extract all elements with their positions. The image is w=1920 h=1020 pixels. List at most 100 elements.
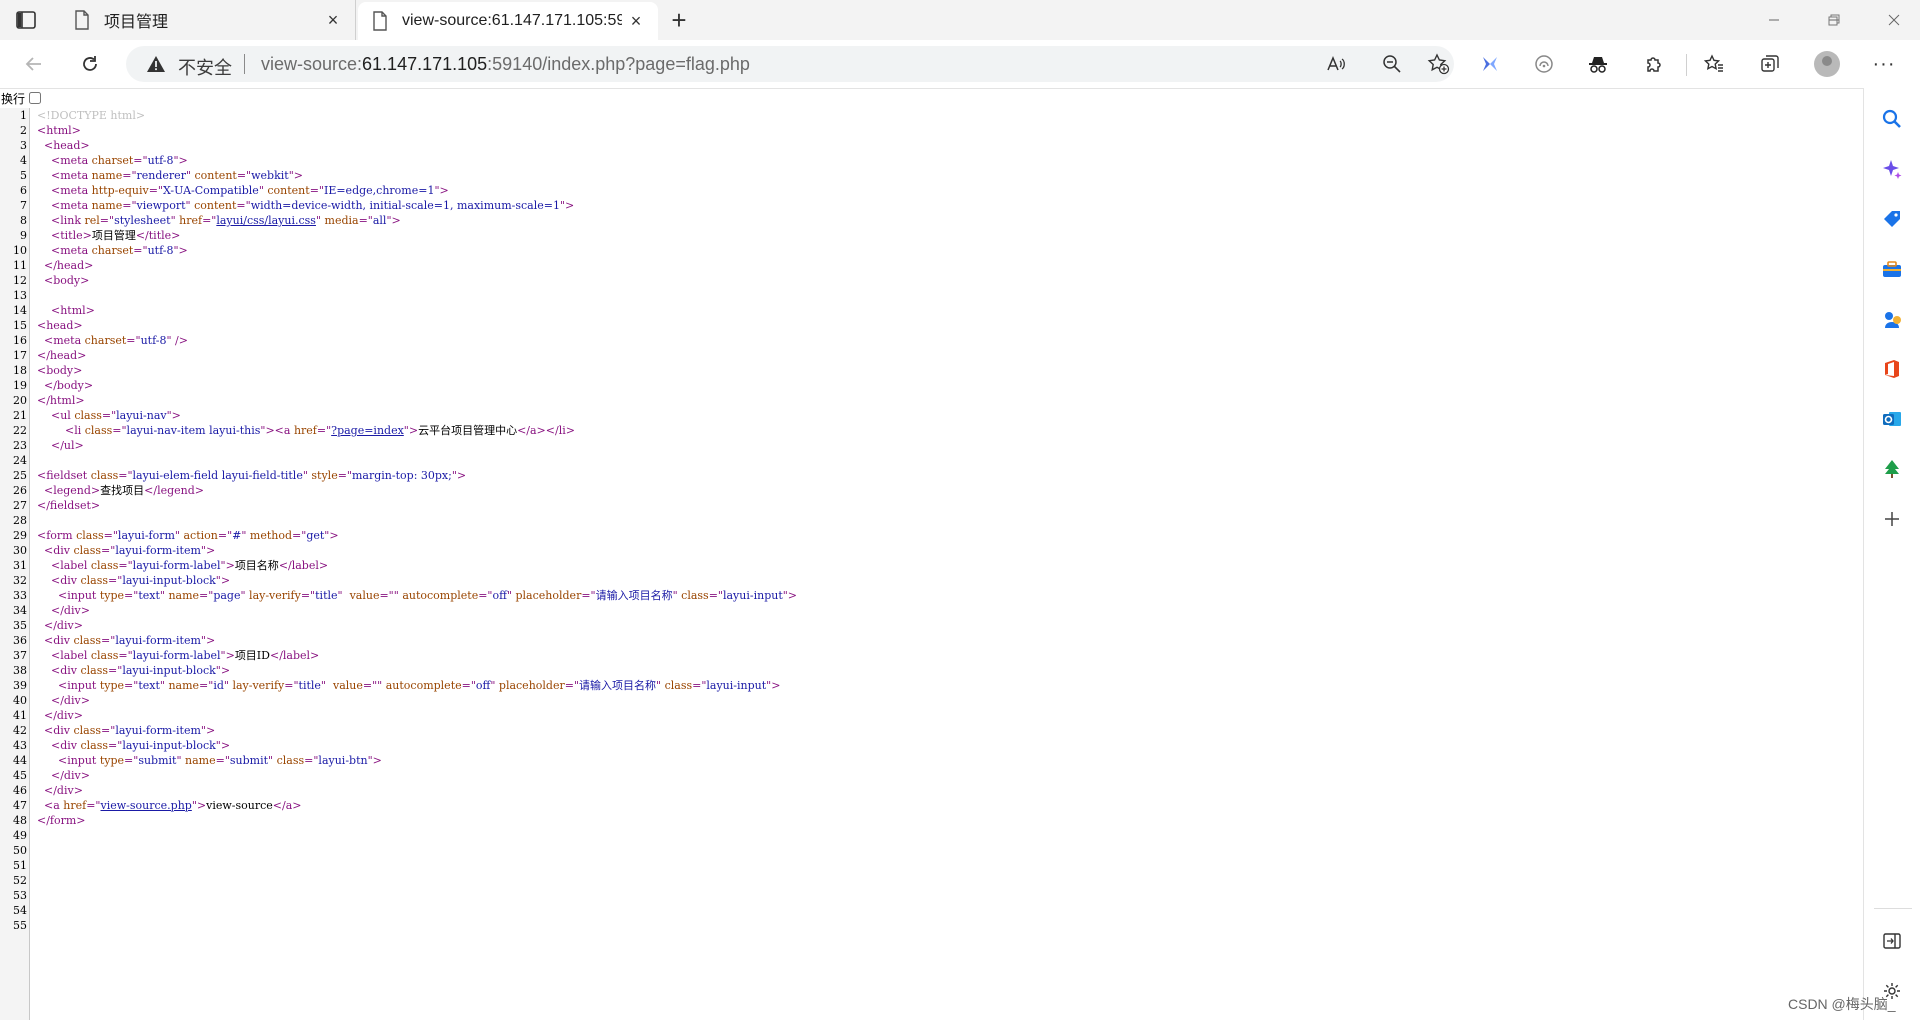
line-wrap-bar: 换行 bbox=[0, 89, 1862, 107]
restore-button[interactable] bbox=[1808, 0, 1860, 40]
source-line: 17 </head> bbox=[0, 348, 1860, 363]
warning-icon[interactable] bbox=[146, 54, 166, 79]
url-text[interactable]: view-source:61.147.171.105:59140/index.p… bbox=[261, 54, 750, 75]
favorites-icon[interactable] bbox=[1696, 48, 1732, 80]
tab-view-source[interactable]: view-source:61.147.171.105:5914 × bbox=[358, 2, 658, 40]
line-number: 55 bbox=[13, 919, 27, 932]
outlook-icon[interactable] bbox=[1879, 406, 1905, 432]
code-token: charset bbox=[84, 334, 127, 347]
back-arrow-icon[interactable] bbox=[16, 48, 52, 80]
code-token: lay-verify bbox=[232, 679, 285, 692]
games-icon[interactable] bbox=[1879, 306, 1905, 332]
code-token: =" bbox=[112, 424, 127, 437]
line-number: 11 bbox=[13, 259, 27, 272]
line-code: </ul> bbox=[37, 438, 84, 453]
security-label[interactable]: 不安全 bbox=[178, 54, 232, 80]
code-token: submit bbox=[138, 754, 177, 767]
source-link[interactable]: layui/css/layui.css bbox=[216, 214, 316, 227]
code-token: =" bbox=[108, 739, 123, 752]
code-token: </label> bbox=[278, 559, 329, 572]
code-token: </head> bbox=[44, 259, 94, 272]
line-code: <label class="layui-form-label">项目名称</la… bbox=[37, 558, 328, 573]
search-icon[interactable] bbox=[1879, 106, 1905, 132]
copilot-icon[interactable] bbox=[1472, 48, 1508, 80]
hotspot-icon[interactable] bbox=[1526, 48, 1562, 80]
line-code: <fieldset class="layui-elem-field layui-… bbox=[37, 468, 466, 483]
source-line: 41 </div> bbox=[0, 708, 1860, 723]
source-line: 40 </div> bbox=[0, 693, 1860, 708]
close-tab-icon[interactable]: × bbox=[622, 7, 650, 35]
line-code: <div class="layui-form-item"> bbox=[37, 543, 215, 558]
tab-actions-icon[interactable] bbox=[14, 8, 48, 32]
line-code: </head> bbox=[37, 258, 93, 273]
line-number: 25 bbox=[13, 469, 27, 482]
shopping-tag-icon[interactable] bbox=[1879, 206, 1905, 232]
code-token: webkit bbox=[251, 169, 289, 182]
line-number: 22 bbox=[13, 424, 27, 437]
source-link[interactable]: ?page=index bbox=[331, 424, 404, 437]
code-token: layui-btn bbox=[318, 754, 368, 767]
line-number: 2 bbox=[20, 124, 27, 137]
read-aloud-icon[interactable] bbox=[1320, 50, 1352, 78]
extensions-icon[interactable] bbox=[1636, 48, 1672, 80]
tree-icon[interactable] bbox=[1879, 456, 1905, 482]
refresh-icon[interactable] bbox=[72, 48, 108, 80]
incognito-icon[interactable] bbox=[1580, 48, 1616, 80]
code-token: 请输入项目名称 bbox=[595, 589, 673, 602]
address-bar[interactable]: 不安全 view-source:61.147.171.105:59140/ind… bbox=[126, 46, 1454, 82]
add-icon[interactable] bbox=[1879, 506, 1905, 532]
tools-briefcase-icon[interactable] bbox=[1879, 256, 1905, 282]
line-number: 51 bbox=[13, 859, 27, 872]
code-token: layui-input-block bbox=[122, 574, 216, 587]
office-icon[interactable] bbox=[1879, 356, 1905, 382]
collections-icon[interactable] bbox=[1752, 48, 1788, 80]
tab-bar: 项目管理 × view-source:61.147.171.105:5914 ×… bbox=[0, 0, 1920, 40]
more-icon[interactable]: ··· bbox=[1866, 48, 1902, 80]
line-code: <link rel="stylesheet" href="layui/css/l… bbox=[37, 213, 401, 228]
code-token: </div> bbox=[51, 694, 90, 707]
add-favorite-icon[interactable] bbox=[1422, 50, 1454, 78]
close-window-button[interactable] bbox=[1868, 0, 1920, 40]
line-number: 53 bbox=[13, 889, 27, 902]
new-tab-button[interactable]: + bbox=[664, 5, 694, 35]
code-token: </div> bbox=[44, 784, 83, 797]
minimize-button[interactable] bbox=[1748, 0, 1800, 40]
code-token: =" bbox=[126, 334, 141, 347]
line-number: 4 bbox=[20, 154, 27, 167]
code-token: <ul bbox=[51, 409, 75, 422]
line-wrap-checkbox[interactable] bbox=[29, 92, 42, 104]
code-token: "> bbox=[782, 589, 798, 602]
code-token: =" bbox=[309, 184, 324, 197]
source-line: 35 </div> bbox=[0, 618, 1860, 633]
hide-sidebar-icon[interactable] bbox=[1879, 928, 1905, 954]
code-token: " bbox=[315, 214, 325, 227]
code-token: "> bbox=[200, 724, 216, 737]
code-token: =" bbox=[133, 154, 148, 167]
tab-project-management[interactable]: 项目管理 × bbox=[60, 0, 356, 40]
code-token: value bbox=[332, 679, 363, 692]
profile-avatar[interactable] bbox=[1814, 51, 1840, 77]
code-token: </legend> bbox=[144, 484, 204, 497]
source-line: 45 </div> bbox=[0, 768, 1860, 783]
code-token: <div bbox=[44, 724, 74, 737]
source-line: 15 <head> bbox=[0, 318, 1860, 333]
close-tab-icon[interactable]: × bbox=[319, 6, 347, 34]
code-token: type bbox=[99, 754, 125, 767]
source-link[interactable]: view-source.php bbox=[101, 799, 192, 812]
zoom-out-icon[interactable] bbox=[1376, 50, 1408, 78]
code-token: layui-input-block bbox=[122, 664, 216, 677]
code-token: =" bbox=[358, 214, 373, 227]
code-token: <meta bbox=[51, 199, 92, 212]
line-number: 34 bbox=[13, 604, 27, 617]
source-line: 33 <input type="text" name="page" lay-ve… bbox=[0, 588, 1860, 603]
line-number: 1 bbox=[20, 109, 27, 122]
code-token: layui-form bbox=[117, 529, 175, 542]
code-token: class bbox=[664, 679, 693, 692]
code-token: " bbox=[320, 679, 333, 692]
line-number: 29 bbox=[13, 529, 27, 542]
copilot-sparkle-icon[interactable] bbox=[1879, 156, 1905, 182]
line-number: 40 bbox=[13, 694, 27, 707]
